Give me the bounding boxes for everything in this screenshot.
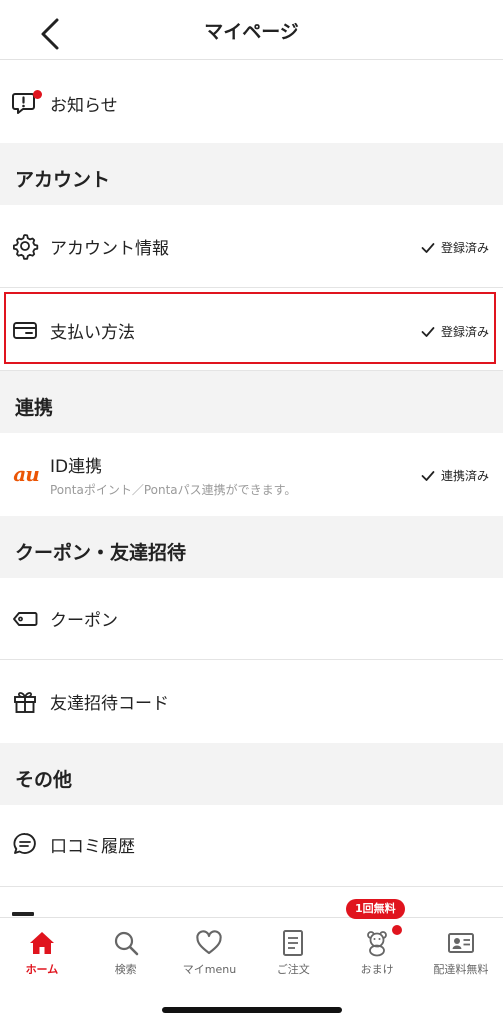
tab-home-label: ホーム — [25, 963, 59, 976]
section-link: 連携 — [0, 371, 503, 433]
account-info-status: 登録済み — [421, 239, 489, 256]
header: マイページ — [0, 0, 503, 60]
omake-dot — [392, 925, 402, 935]
credit-card-icon — [11, 316, 39, 344]
coupon-label: クーポン — [50, 611, 118, 631]
account-info-label: アカウント情報 — [50, 239, 169, 259]
invite-code-row[interactable]: 友達招待コード — [0, 661, 503, 743]
tab-omake[interactable]: おまけ — [335, 918, 419, 988]
check-icon — [421, 326, 435, 337]
notice-label: お知らせ — [50, 96, 118, 116]
tab-my-menu[interactable]: マイmenu — [168, 918, 252, 988]
section-other: その他 — [0, 743, 503, 805]
notice-row[interactable]: お知らせ — [0, 61, 503, 143]
tab-free-delivery-label: 配達料無料 — [433, 963, 489, 976]
tab-search-label: 検索 — [114, 963, 137, 976]
next-row-partial — [0, 888, 503, 918]
check-icon — [421, 242, 435, 253]
reviews-label: 口コミ履歴 — [50, 837, 135, 857]
section-account: アカウント — [0, 143, 503, 205]
gift-icon — [11, 687, 39, 715]
reviews-row[interactable]: 口コミ履歴 — [0, 805, 503, 887]
search-icon — [111, 928, 141, 958]
id-link-label: ID連携 — [50, 457, 103, 477]
tab-home[interactable]: ホーム — [0, 918, 84, 988]
tab-omake-label: おまけ — [360, 963, 394, 976]
tab-my-menu-label: マイmenu — [182, 963, 237, 976]
coupon-row[interactable]: クーポン — [0, 578, 503, 660]
account-info-status-text: 登録済み — [440, 241, 489, 255]
payment-row[interactable]: 支払い方法 登録済み — [0, 289, 503, 371]
id-link-status: 連携済み — [421, 467, 489, 484]
chat-bubble-icon — [11, 830, 39, 858]
page-title: マイページ — [204, 21, 299, 43]
order-icon — [278, 928, 308, 958]
invite-code-label: 友達招待コード — [50, 694, 169, 714]
au-logo-icon: au — [13, 462, 39, 486]
id-link-status-text: 連携済み — [440, 469, 489, 483]
id-link-description: Pontaポイント／Pontaパス連携ができます。 — [50, 483, 297, 497]
tab-orders[interactable]: ご注文 — [251, 918, 335, 988]
gear-icon — [11, 232, 39, 260]
payment-label: 支払い方法 — [50, 323, 135, 343]
coupon-tag-icon — [11, 605, 39, 633]
member-card-icon — [446, 928, 476, 958]
id-link-row[interactable]: au ID連携 Pontaポイント／Pontaパス連携ができます。 連携済み — [0, 433, 503, 516]
section-coupon: クーポン・友達招待 — [0, 516, 503, 578]
tab-free-delivery[interactable]: 配達料無料 — [419, 918, 503, 988]
bear-icon — [362, 928, 392, 958]
heart-icon — [194, 928, 224, 958]
account-info-row[interactable]: アカウント情報 登録済み — [0, 205, 503, 288]
partial-icon — [12, 912, 34, 916]
tab-search[interactable]: 検索 — [84, 918, 168, 988]
payment-status: 登録済み — [421, 323, 489, 340]
tab-orders-label: ご注文 — [276, 963, 310, 976]
home-icon — [27, 928, 57, 958]
notice-dot — [33, 90, 42, 99]
free-badge: 1回無料 — [346, 899, 405, 919]
home-indicator — [162, 1007, 342, 1013]
check-icon — [421, 470, 435, 481]
payment-status-text: 登録済み — [440, 325, 489, 339]
